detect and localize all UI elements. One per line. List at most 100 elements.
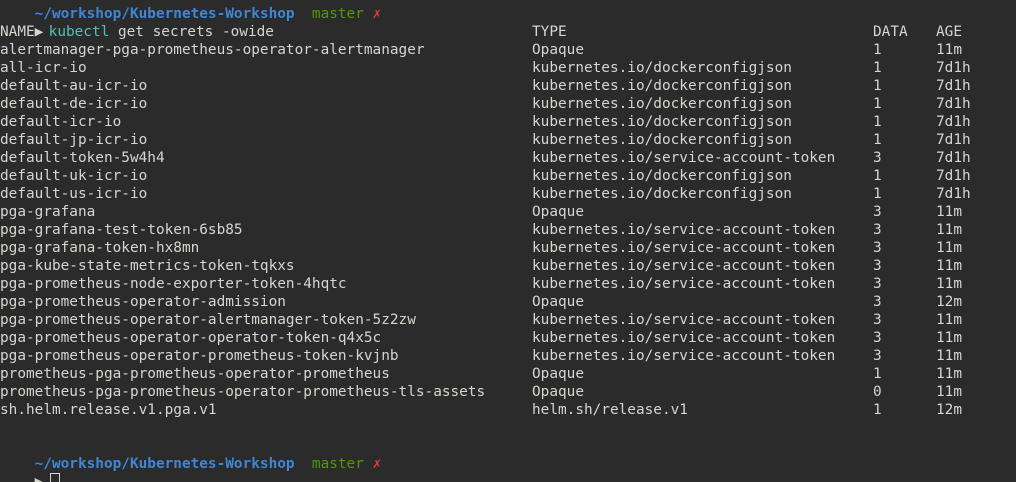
cell-type: helm.sh/release.v1 <box>532 402 688 418</box>
cell-name: all-icr-io <box>0 60 87 76</box>
cell-name: pga-grafana <box>0 204 96 220</box>
cell-data: 1 <box>873 402 882 418</box>
header-name: NAME <box>0 24 35 40</box>
table-row: pga-grafana-token-hx8mn kubernetes.io/ser… <box>0 239 1016 257</box>
cell-age: 11m <box>936 348 962 364</box>
cell-name: pga-prometheus-node-exporter-token-4hqtc <box>0 276 347 292</box>
cell-data: 3 <box>873 240 882 256</box>
cell-age: 11m <box>936 276 962 292</box>
table-row: default-us-icr-io kubernetes.io/dockercon… <box>0 185 1016 203</box>
table-row: pga-grafana-test-token-6sb85 kubernetes.i… <box>0 221 1016 239</box>
cell-name: default-icr-io <box>0 114 122 130</box>
table-header: NAME TYPE DATA AGE <box>0 23 1016 41</box>
table-row: default-uk-icr-io kubernetes.io/dockercon… <box>0 167 1016 185</box>
cell-type: kubernetes.io/service-account-token <box>532 240 836 256</box>
cell-data: 0 <box>873 384 882 400</box>
cursor-icon[interactable] <box>49 473 60 482</box>
table-row: pga-prometheus-operator-alertmanager-tok… <box>0 311 1016 329</box>
cell-age: 7d1h <box>936 114 971 130</box>
cell-name: alertmanager-pga-prometheus-operator-ale… <box>0 42 425 58</box>
cell-name: default-de-icr-io <box>0 96 148 112</box>
cell-type: kubernetes.io/service-account-token <box>532 330 836 346</box>
cell-age: 7d1h <box>936 78 971 94</box>
table-row: pga-kube-state-metrics-token-tqkxs kubern… <box>0 257 1016 275</box>
cell-type: kubernetes.io/dockerconfigjson <box>532 60 792 76</box>
table-row: all-icr-io kubernetes.io/dockerconfigjson… <box>0 59 1016 77</box>
input-line[interactable]: ▶ <box>0 455 1016 482</box>
cell-data: 3 <box>873 204 882 220</box>
cell-name: sh.helm.release.v1.pga.v1 <box>0 402 217 418</box>
cell-age: 11m <box>936 384 962 400</box>
secrets-table: alertmanager-pga-prometheus-operator-ale… <box>0 41 1016 419</box>
cell-type: Opaque <box>532 42 584 58</box>
cell-age: 7d1h <box>936 168 971 184</box>
cell-type: kubernetes.io/service-account-token <box>532 222 836 238</box>
cell-type: kubernetes.io/service-account-token <box>532 276 836 292</box>
cell-name: default-uk-icr-io <box>0 168 148 184</box>
cell-age: 11m <box>936 312 962 328</box>
table-row: default-au-icr-io kubernetes.io/dockercon… <box>0 77 1016 95</box>
cell-type: kubernetes.io/dockerconfigjson <box>532 114 792 130</box>
table-row: pga-prometheus-operator-admission Opaque 3… <box>0 293 1016 311</box>
cell-age: 7d1h <box>936 96 971 112</box>
cell-age: 11m <box>936 42 962 58</box>
cell-data: 3 <box>873 348 882 364</box>
cell-type: kubernetes.io/service-account-token <box>532 258 836 274</box>
cell-name: pga-kube-state-metrics-token-tqkxs <box>0 258 295 274</box>
cell-data: 1 <box>873 114 882 130</box>
cell-name: default-us-icr-io <box>0 186 148 202</box>
terminal-window[interactable]: ~/workshop/Kubernetes-Workshop master ✗ … <box>0 0 1016 482</box>
table-row: prometheus-pga-prometheus-operator-prome… <box>0 383 1016 401</box>
cell-type: kubernetes.io/dockerconfigjson <box>532 132 792 148</box>
cell-data: 3 <box>873 330 882 346</box>
cell-data: 3 <box>873 276 882 292</box>
cell-data: 3 <box>873 258 882 274</box>
cell-data: 1 <box>873 366 882 382</box>
cell-data: 1 <box>873 60 882 76</box>
cell-data: 3 <box>873 294 882 310</box>
cell-data: 1 <box>873 132 882 148</box>
cell-name: pga-grafana-test-token-6sb85 <box>0 222 243 238</box>
header-age: AGE <box>936 24 962 40</box>
cell-age: 11m <box>936 258 962 274</box>
cell-age: 11m <box>936 366 962 382</box>
cell-name: pga-prometheus-operator-prometheus-token… <box>0 348 399 364</box>
cell-type: kubernetes.io/dockerconfigjson <box>532 78 792 94</box>
table-row: prometheus-pga-prometheus-operator-prome… <box>0 365 1016 383</box>
cell-data: 1 <box>873 186 882 202</box>
cell-name: pga-prometheus-operator-operator-token-q… <box>0 330 382 346</box>
cell-name: pga-prometheus-operator-alertmanager-tok… <box>0 312 416 328</box>
cell-type: kubernetes.io/dockerconfigjson <box>532 168 792 184</box>
cell-data: 1 <box>873 168 882 184</box>
cell-type: Opaque <box>532 204 584 220</box>
table-row: pga-prometheus-operator-prometheus-token… <box>0 347 1016 365</box>
table-row: pga-prometheus-node-exporter-token-4hqtc… <box>0 275 1016 293</box>
table-row: alertmanager-pga-prometheus-operator-ale… <box>0 41 1016 59</box>
table-row: pga-grafana Opaque 3 11m <box>0 203 1016 221</box>
cell-type: kubernetes.io/dockerconfigjson <box>532 186 792 202</box>
cell-data: 1 <box>873 78 882 94</box>
cell-age: 7d1h <box>936 150 971 166</box>
cell-type: Opaque <box>532 294 584 310</box>
cell-name: pga-prometheus-operator-admission <box>0 294 286 310</box>
header-type: TYPE <box>532 24 567 40</box>
cell-type: Opaque <box>532 384 584 400</box>
cell-age: 12m <box>936 402 962 418</box>
cell-data: 3 <box>873 150 882 166</box>
cell-type: kubernetes.io/service-account-token <box>532 150 836 166</box>
cell-name: default-token-5w4h4 <box>0 150 165 166</box>
table-row: pga-prometheus-operator-operator-token-q… <box>0 329 1016 347</box>
cell-age: 7d1h <box>936 132 971 148</box>
cell-name: pga-grafana-token-hx8mn <box>0 240 200 256</box>
command-line: ▶ kubectl get secrets -owide <box>0 5 1016 40</box>
cell-data: 3 <box>873 222 882 238</box>
cell-name: default-jp-icr-io <box>0 132 148 148</box>
table-row: default-icr-io kubernetes.io/dockerconfig… <box>0 113 1016 131</box>
cell-age: 11m <box>936 330 962 346</box>
cell-type: kubernetes.io/dockerconfigjson <box>532 96 792 112</box>
header-data: DATA <box>873 24 908 40</box>
current-prompt-line: ~/workshop/Kubernetes-Workshop master ✗ <box>0 437 1016 472</box>
table-row: default-jp-icr-io kubernetes.io/dockercon… <box>0 131 1016 149</box>
cell-type: kubernetes.io/service-account-token <box>532 312 836 328</box>
